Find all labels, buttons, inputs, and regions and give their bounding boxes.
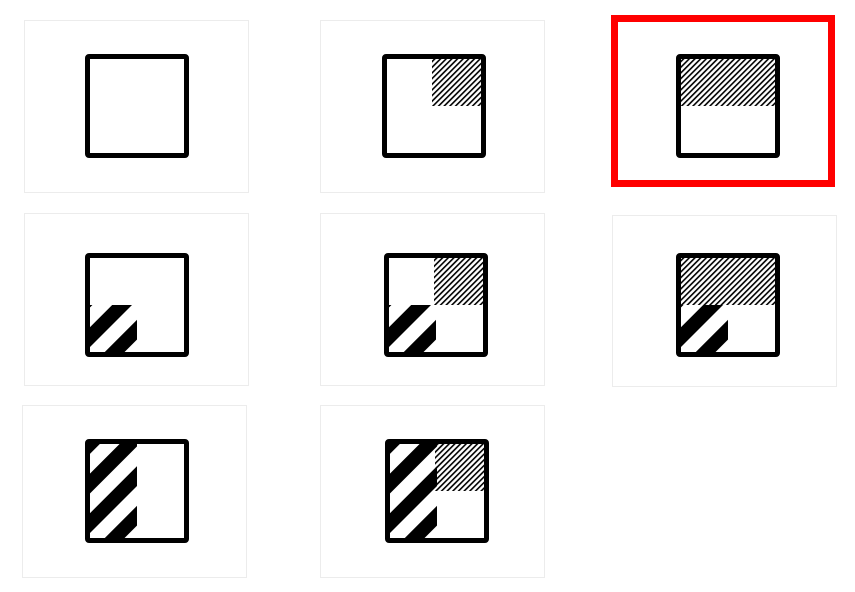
coarse-stripes-left-column <box>387 441 437 541</box>
pattern-square <box>676 54 780 158</box>
pattern-square <box>384 253 488 357</box>
fine-hatch-top-right <box>435 441 487 491</box>
pattern-square <box>85 253 189 357</box>
fine-hatch-top-band <box>678 56 778 106</box>
coarse-stripes-bottom-left <box>87 305 137 355</box>
pattern-option-fine-top-right[interactable] <box>320 20 545 193</box>
pattern-option-coarse-left-column-fine-top-right[interactable] <box>320 405 545 578</box>
pattern-option-coarse-bottom-left[interactable] <box>24 213 249 386</box>
pattern-square <box>382 54 486 158</box>
coarse-stripes-bottom-left <box>386 305 436 355</box>
pattern-option-fine-top-right-coarse-bottom-left[interactable] <box>320 213 545 386</box>
coarse-stripes-left-column <box>87 441 137 541</box>
square-outline <box>85 54 189 158</box>
pattern-square <box>85 439 189 543</box>
pattern-option-fine-top-band[interactable] <box>611 15 835 187</box>
fine-hatch-top-right <box>434 255 486 305</box>
fine-hatch-top-band <box>678 255 778 305</box>
pattern-square <box>85 54 189 158</box>
pattern-option-fine-top-band-coarse-bottom-left[interactable] <box>612 215 837 387</box>
coarse-stripes-bottom-left <box>678 305 728 355</box>
pattern-option-coarse-left-column[interactable] <box>22 405 247 578</box>
pattern-square <box>385 439 489 543</box>
pattern-option-empty[interactable] <box>24 20 249 193</box>
fine-hatch-top-right <box>432 56 484 106</box>
pattern-square <box>676 253 780 357</box>
